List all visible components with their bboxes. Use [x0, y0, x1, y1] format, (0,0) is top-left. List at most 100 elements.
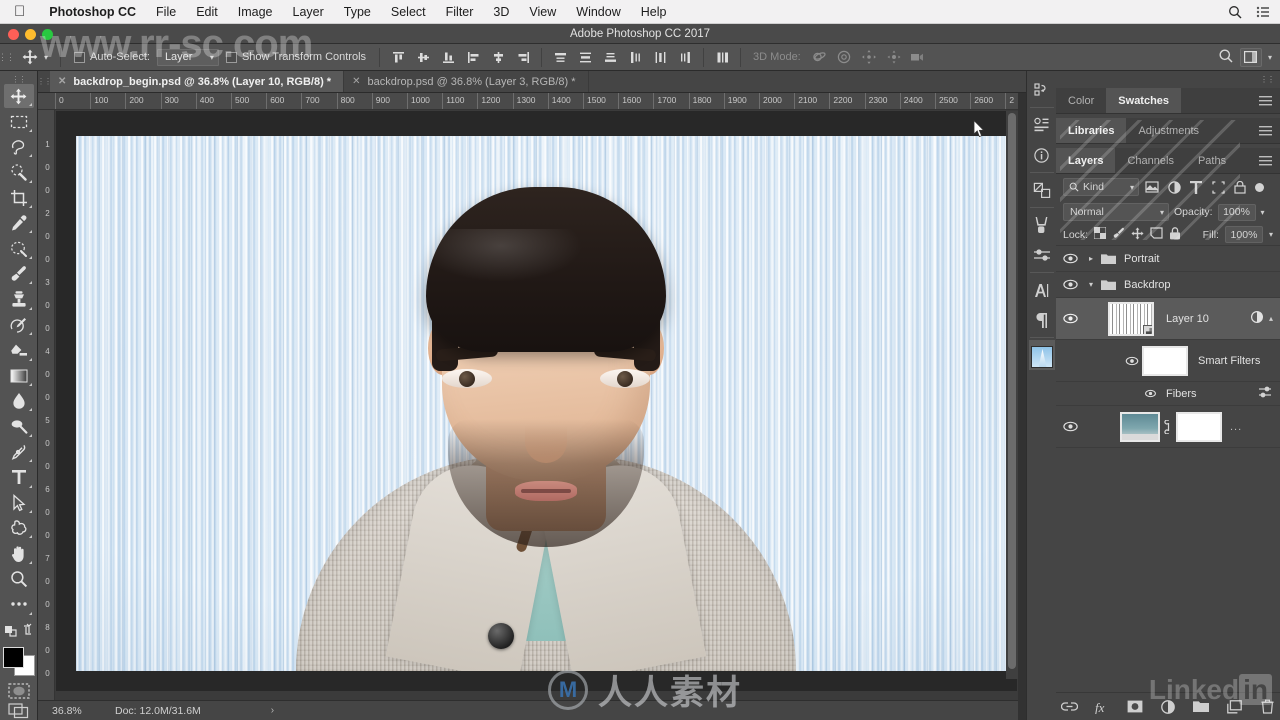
brush-panel-icon[interactable]	[1029, 210, 1055, 240]
filter-blending-options-icon[interactable]	[1258, 386, 1280, 401]
zoom-window-button[interactable]	[42, 29, 53, 40]
search-icon[interactable]	[1228, 5, 1242, 19]
camera-3d-icon[interactable]	[907, 46, 931, 68]
close-icon[interactable]: ✕	[58, 76, 66, 87]
tool-horizontal-type[interactable]	[4, 465, 34, 489]
align-right-edges-icon[interactable]	[511, 46, 535, 68]
character-panel-icon[interactable]	[1029, 275, 1055, 305]
tab-swatches[interactable]: Swatches	[1106, 88, 1182, 113]
distribute-horizontal-center-icon[interactable]	[648, 46, 672, 68]
delete-layer-icon[interactable]	[1259, 698, 1276, 715]
tool-move[interactable]	[3, 84, 34, 109]
close-window-button[interactable]	[8, 29, 19, 40]
tool-quick-selection[interactable]	[4, 160, 34, 184]
layer-row-smart-filters[interactable]: Smart Filters	[1056, 340, 1280, 382]
layer-row-backdrop[interactable]: ▾ Backdrop	[1056, 272, 1280, 298]
layer-visibility-icon[interactable]	[1056, 279, 1084, 290]
add-layer-style-icon[interactable]: fx	[1094, 698, 1111, 715]
active-tool-preset[interactable]: ▾	[12, 47, 54, 67]
tool-clone-stamp[interactable]	[4, 287, 34, 311]
layer-name[interactable]: Portrait	[1118, 253, 1159, 265]
collapse-effects-chevron-icon[interactable]: ▴	[1269, 314, 1273, 323]
info-panel-icon[interactable]	[1029, 140, 1055, 170]
lock-position-icon[interactable]	[1131, 226, 1144, 243]
lock-transparent-pixels-icon[interactable]	[1093, 226, 1107, 242]
tab-paths[interactable]: Paths	[1186, 148, 1238, 173]
menu-item-layer[interactable]: Layer	[283, 5, 334, 19]
timeline-thumbnail-icon[interactable]	[1028, 340, 1055, 370]
tool-history-brush[interactable]	[4, 313, 34, 337]
smart-filter-mask-thumbnail[interactable]	[1142, 345, 1188, 376]
tool-crop[interactable]	[4, 186, 34, 210]
workspace-chevron-icon[interactable]: ▾	[1268, 53, 1272, 62]
canvas-viewport[interactable]	[56, 111, 1017, 691]
tool-preset-chevron-icon[interactable]: ▾	[44, 53, 48, 62]
new-group-icon[interactable]	[1193, 698, 1210, 715]
filter-kind-select[interactable]: Kind ▾	[1063, 178, 1139, 196]
layer-row-layer10[interactable]: Layer 10 ▴	[1056, 298, 1280, 340]
opacity-value[interactable]: 100%	[1217, 203, 1256, 221]
panel-menu-icon[interactable]	[1259, 88, 1280, 113]
panel-menu-icon[interactable]	[1259, 118, 1280, 143]
tool-blur[interactable]	[4, 389, 34, 413]
brush-settings-panel-icon[interactable]	[1029, 240, 1055, 270]
slide-3d-icon[interactable]	[882, 46, 906, 68]
menu-item-type[interactable]: Type	[334, 5, 381, 19]
orbit-3d-icon[interactable]	[807, 46, 831, 68]
layer-visibility-icon[interactable]	[1056, 253, 1084, 264]
layer-name[interactable]: Backdrop	[1118, 279, 1170, 291]
tabbar-grip[interactable]: ⋮⋮	[37, 71, 52, 92]
menu-item-edit[interactable]: Edit	[186, 5, 228, 19]
filter-adjustment-icon[interactable]	[1165, 178, 1183, 196]
lock-image-pixels-icon[interactable]	[1112, 227, 1125, 243]
add-layer-mask-icon[interactable]	[1127, 698, 1144, 715]
tool-spot-healing-brush[interactable]	[4, 236, 34, 260]
toolbar-grip[interactable]: ⋮⋮	[12, 75, 27, 84]
blend-mode-select[interactable]: Normal ▾	[1063, 203, 1169, 221]
distribute-top-icon[interactable]	[548, 46, 572, 68]
fill-value[interactable]: 100%	[1224, 226, 1263, 243]
layer-comps-panel-icon[interactable]	[1029, 175, 1055, 205]
document-tab-backdrop-begin[interactable]: ✕ backdrop_begin.psd @ 36.8% (Layer 10, …	[50, 71, 345, 92]
smart-filters-visibility-icon[interactable]	[1122, 356, 1142, 366]
filter-smartobject-icon[interactable]	[1231, 178, 1249, 196]
filter-type-icon[interactable]	[1187, 178, 1205, 196]
layer-row-image-with-mask[interactable]: ...	[1056, 406, 1280, 448]
apple-menu-icon[interactable]: 	[14, 4, 25, 19]
filter-shape-icon[interactable]	[1209, 178, 1227, 196]
canvas-vertical-scrollbar[interactable]	[1006, 111, 1018, 679]
close-icon[interactable]: ✕	[352, 76, 360, 87]
window-controls[interactable]	[8, 29, 53, 40]
distribute-spacing-icon[interactable]	[710, 46, 734, 68]
color-swatches[interactable]	[2, 646, 35, 676]
tool-custom-shape[interactable]	[4, 516, 34, 540]
search-icon[interactable]	[1218, 48, 1234, 67]
menu-item-3d[interactable]: 3D	[483, 5, 519, 19]
tab-channels[interactable]: Channels	[1115, 148, 1185, 173]
distribute-left-icon[interactable]	[623, 46, 647, 68]
zoom-level[interactable]: 36.8%	[38, 705, 93, 717]
scrollbar-thumb[interactable]	[1008, 113, 1016, 669]
align-left-edges-icon[interactable]	[461, 46, 485, 68]
foreground-color-swatch[interactable]	[2, 646, 24, 668]
tool-hand[interactable]	[4, 541, 34, 565]
properties-panel-icon[interactable]	[1029, 110, 1055, 140]
pan-3d-icon[interactable]	[857, 46, 881, 68]
opacity-chevron-icon[interactable]: ▾	[1261, 208, 1265, 217]
control-center-icon[interactable]	[1256, 6, 1270, 18]
roll-3d-icon[interactable]	[832, 46, 856, 68]
tool-path-selection[interactable]	[4, 491, 34, 515]
paragraph-panel-icon[interactable]	[1029, 305, 1055, 335]
layer-thumbnail[interactable]	[1108, 301, 1154, 336]
panel-menu-icon[interactable]	[1259, 148, 1280, 173]
smart-filters-indicator-icon[interactable]	[1250, 310, 1264, 327]
group-expand-chevron-icon[interactable]: ▾	[1084, 280, 1098, 289]
layer-mask-thumbnail[interactable]	[1176, 411, 1222, 442]
tool-eraser[interactable]	[4, 338, 34, 362]
workspace-switcher-icon[interactable]	[1239, 47, 1262, 67]
link-layers-icon[interactable]	[1060, 698, 1078, 715]
status-menu-arrow-icon[interactable]: ›	[201, 705, 274, 716]
panel-dock-grip[interactable]: ⋮⋮	[1260, 75, 1275, 84]
layer-name[interactable]: Layer 10	[1154, 313, 1209, 325]
menu-item-filter[interactable]: Filter	[436, 5, 484, 19]
